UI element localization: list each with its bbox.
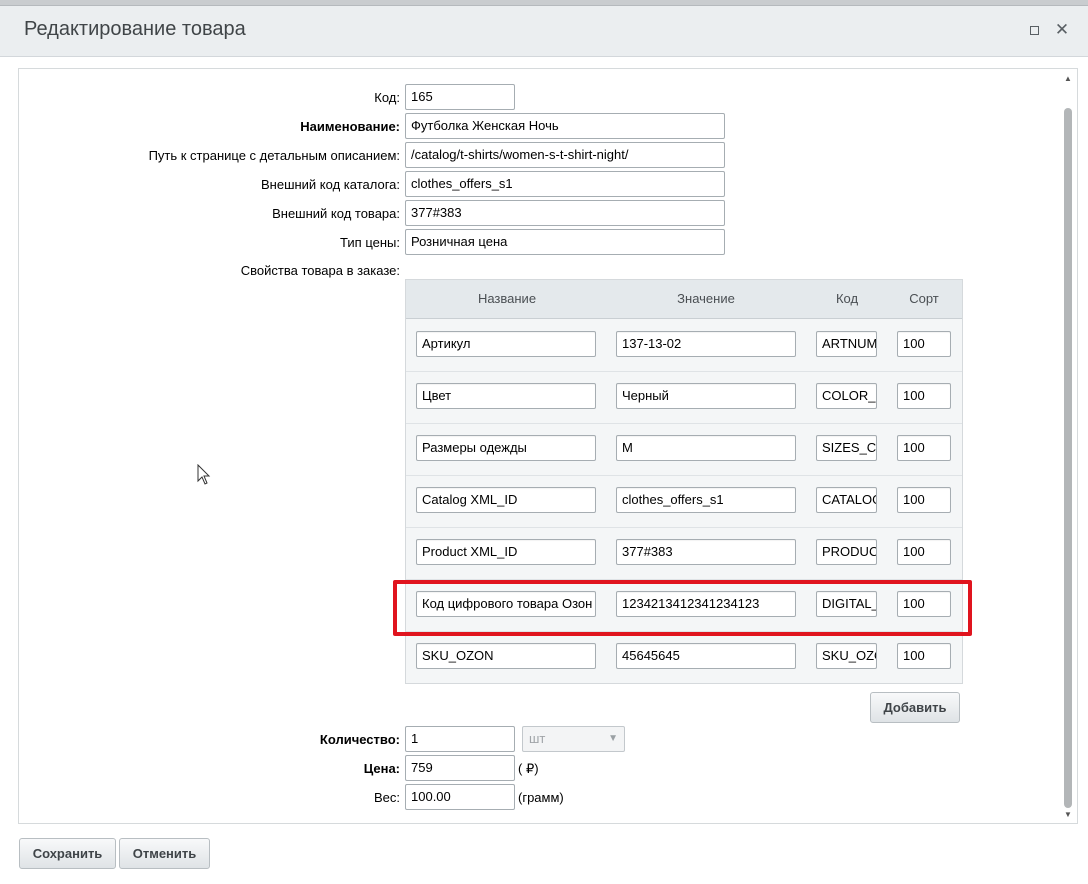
prop-sort-input[interactable]: 100 bbox=[897, 487, 951, 513]
add-property-button[interactable]: Добавить bbox=[870, 692, 960, 723]
prop-value-input[interactable]: M bbox=[616, 435, 796, 461]
scroll-up-arrow-icon[interactable]: ▲ bbox=[1064, 74, 1072, 83]
product-ext-code-input[interactable]: 377#383 bbox=[405, 200, 725, 226]
column-header-value: Значение bbox=[677, 291, 735, 306]
prop-sort-input[interactable]: 100 bbox=[897, 383, 951, 409]
currency-label: ( ₽) bbox=[518, 761, 539, 776]
prop-code-input[interactable]: CATALOG.XML_ID bbox=[816, 487, 877, 513]
price-label: Цена: bbox=[363, 761, 400, 776]
vertical-scrollbar[interactable]: ▲ ▼ bbox=[1062, 74, 1074, 820]
catalog-ext-code-input[interactable]: clothes_offers_s1 bbox=[405, 171, 725, 197]
prop-code-input[interactable]: DIGITAL_OZON bbox=[816, 591, 877, 617]
prop-sort-input[interactable]: 100 bbox=[897, 331, 951, 357]
catalog-ext-code-label: Внешний код каталога: bbox=[260, 177, 400, 192]
prop-sort-input[interactable]: 100 bbox=[897, 591, 951, 617]
prop-value-input[interactable]: 137-13-02 bbox=[616, 331, 796, 357]
cancel-button[interactable]: Отменить bbox=[119, 838, 210, 869]
order-props-label: Свойства товара в заказе: bbox=[240, 263, 400, 278]
price-input[interactable]: 759 bbox=[405, 755, 515, 781]
weight-label: Вес: bbox=[373, 790, 400, 805]
prop-name-input[interactable]: Размеры одежды bbox=[416, 435, 596, 461]
prop-sort-input[interactable]: 100 bbox=[897, 643, 951, 669]
name-label: Наименование: bbox=[300, 119, 400, 134]
detail-path-input[interactable]: /catalog/t-shirts/women-s-t-shirt-night/ bbox=[405, 142, 725, 168]
prop-name-input[interactable]: Цвет bbox=[416, 383, 596, 409]
prop-name-input[interactable]: Артикул bbox=[416, 331, 596, 357]
dialog-titlebar: Редактирование товара ✕ bbox=[0, 6, 1088, 57]
product-ext-code-label: Внешний код товара: bbox=[272, 206, 400, 221]
code-input[interactable]: 165 bbox=[405, 84, 515, 110]
prop-sort-input[interactable]: 100 bbox=[897, 435, 951, 461]
unit-select-value: шт bbox=[529, 731, 546, 746]
dialog-title: Редактирование товара bbox=[24, 18, 246, 40]
weight-unit-label: (грамм) bbox=[518, 790, 564, 805]
weight-input[interactable]: 100.00 bbox=[405, 784, 515, 810]
prop-name-input[interactable]: Product XML_ID bbox=[416, 539, 596, 565]
mouse-cursor-icon bbox=[197, 464, 211, 485]
prop-value-input[interactable]: 1234213412341234123 bbox=[616, 591, 796, 617]
price-type-input[interactable]: Розничная цена bbox=[405, 229, 725, 255]
prop-code-input[interactable]: SKU_OZON bbox=[816, 643, 877, 669]
quantity-input[interactable]: 1 bbox=[405, 726, 515, 752]
detail-path-label: Путь к странице с детальным описанием: bbox=[148, 148, 400, 163]
prop-value-input[interactable]: 45645645 bbox=[616, 643, 796, 669]
scrollbar-thumb[interactable] bbox=[1064, 108, 1072, 808]
prop-code-input[interactable]: COLOR_REF bbox=[816, 383, 877, 409]
table-header: Название Значение Код Сорт bbox=[406, 280, 962, 319]
prop-value-input[interactable]: Черный bbox=[616, 383, 796, 409]
prop-code-input[interactable]: SIZES_CLOTHES bbox=[816, 435, 877, 461]
price-type-label: Тип цены: bbox=[340, 235, 400, 250]
prop-value-input[interactable]: clothes_offers_s1 bbox=[616, 487, 796, 513]
name-input[interactable]: Футболка Женская Ночь bbox=[405, 113, 725, 139]
save-button[interactable]: Сохранить bbox=[19, 838, 116, 869]
prop-name-input[interactable]: Код цифрового товара Озон bbox=[416, 591, 596, 617]
prop-name-input[interactable]: SKU_OZON bbox=[416, 643, 596, 669]
column-header-name: Название bbox=[477, 291, 537, 306]
prop-code-input[interactable]: PRODUCT.XML_ID bbox=[816, 539, 877, 565]
quantity-label: Количество: bbox=[319, 732, 400, 747]
code-label: Код: bbox=[374, 90, 400, 105]
chevron-down-icon: ▼ bbox=[608, 733, 618, 744]
scroll-down-arrow-icon[interactable]: ▼ bbox=[1064, 810, 1072, 819]
column-header-code: Код bbox=[835, 291, 859, 306]
column-header-sort: Сорт bbox=[909, 291, 939, 306]
prop-value-input[interactable]: 377#383 bbox=[616, 539, 796, 565]
maximize-icon[interactable] bbox=[1026, 21, 1044, 39]
close-icon[interactable]: ✕ bbox=[1053, 21, 1071, 39]
prop-sort-input[interactable]: 100 bbox=[897, 539, 951, 565]
prop-code-input[interactable]: ARTNUMBER bbox=[816, 331, 877, 357]
prop-name-input[interactable]: Catalog XML_ID bbox=[416, 487, 596, 513]
unit-select[interactable]: шт ▼ bbox=[522, 726, 625, 752]
